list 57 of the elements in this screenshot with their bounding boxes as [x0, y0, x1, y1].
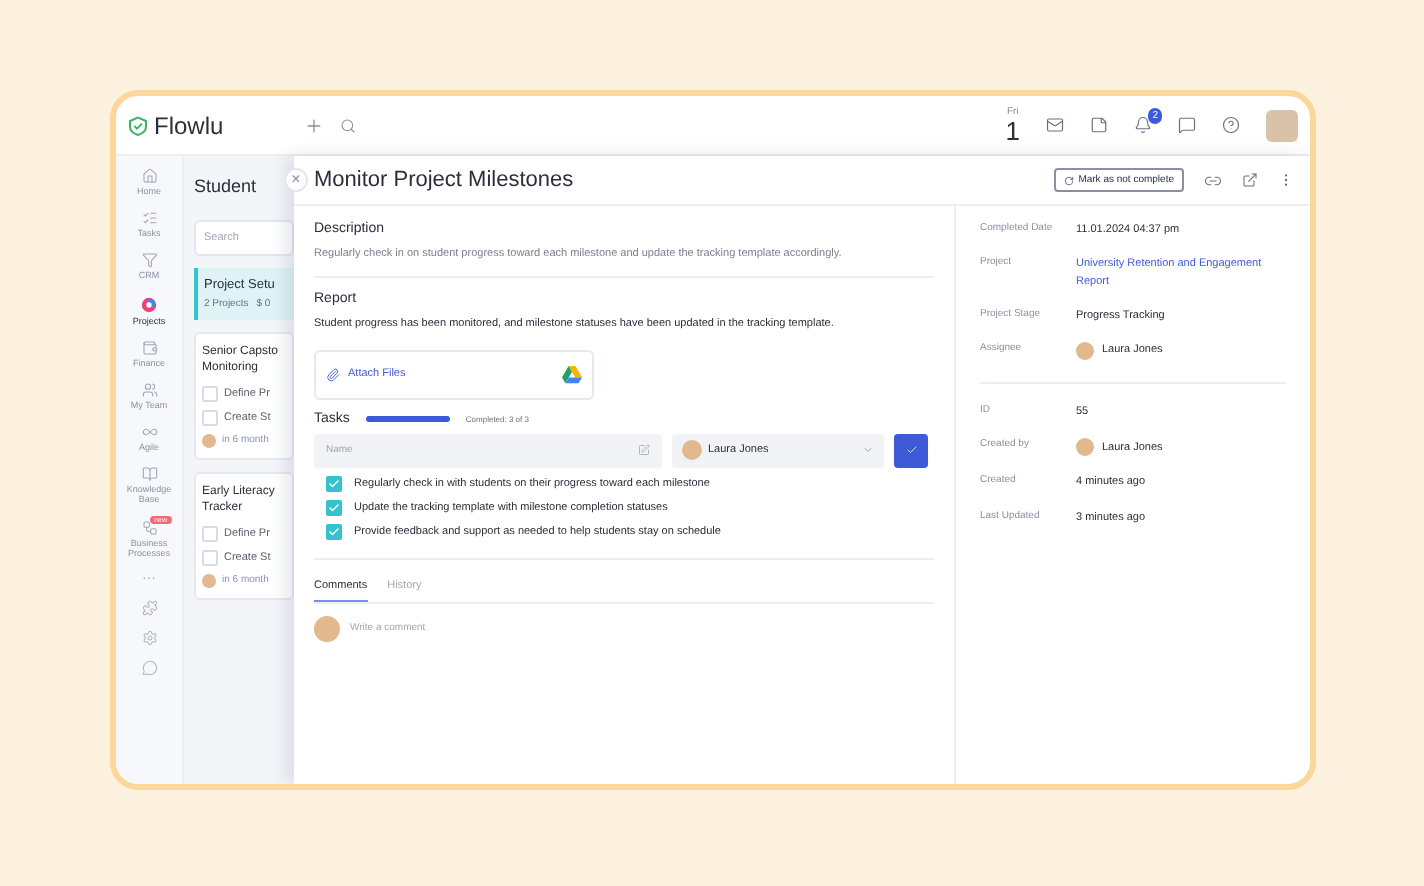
- close-button[interactable]: ×: [284, 168, 308, 192]
- confirm-button[interactable]: [894, 433, 928, 467]
- puzzle-icon: [141, 599, 157, 616]
- checkbox[interactable]: [202, 409, 218, 426]
- team-icon: [141, 381, 157, 398]
- checkbox[interactable]: [202, 549, 218, 566]
- tasks-icon: [141, 210, 157, 227]
- check-icon: [905, 444, 917, 456]
- chat-icon: [1178, 116, 1196, 134]
- notes-button[interactable]: [1090, 116, 1108, 134]
- checkbox[interactable]: [326, 523, 342, 539]
- add-button[interactable]: [304, 115, 324, 135]
- avatar: [314, 615, 340, 641]
- user-avatar[interactable]: [1266, 109, 1298, 141]
- paperclip-icon: [326, 367, 340, 381]
- chevron-icon: [862, 444, 874, 456]
- chat-bubble-icon: [141, 659, 157, 676]
- help-button[interactable]: [1222, 116, 1240, 134]
- avatar: [202, 433, 216, 448]
- drive-icon: [562, 365, 582, 383]
- wallet-icon: [141, 339, 157, 356]
- checkbox[interactable]: [202, 385, 218, 402]
- funnel-icon: [141, 252, 157, 269]
- avatar: [682, 440, 702, 460]
- refresh-icon: [1064, 175, 1075, 185]
- logo-text: Flowlu: [154, 111, 224, 139]
- chat-button[interactable]: [1178, 116, 1196, 134]
- gear-icon: [141, 629, 157, 646]
- mail-button[interactable]: [1046, 116, 1064, 134]
- plus-icon: [304, 115, 324, 135]
- note-icon: [1090, 116, 1108, 134]
- search-icon: [340, 117, 356, 133]
- mail-icon: [1046, 116, 1064, 134]
- avatar: [202, 573, 216, 588]
- infinity-icon: [141, 424, 157, 441]
- projects-icon: [140, 295, 158, 314]
- external-link-icon: [1242, 172, 1258, 188]
- workflow-icon: [141, 519, 157, 536]
- book-icon: [141, 466, 157, 483]
- bell-icon: [1134, 116, 1152, 134]
- checkbox[interactable]: [202, 525, 218, 542]
- list-title: Student: [194, 176, 259, 196]
- link-button[interactable]: [1204, 171, 1222, 189]
- progress-bar: [365, 415, 450, 421]
- help-icon: [1222, 116, 1240, 134]
- logo-icon: [128, 115, 148, 135]
- checkbox[interactable]: [326, 475, 342, 491]
- avatar: [1076, 342, 1094, 360]
- avatar: [1076, 438, 1094, 457]
- home-icon: [141, 168, 157, 184]
- task-title: Monitor Project Milestones: [314, 168, 574, 192]
- checkbox[interactable]: [326, 499, 342, 515]
- link-icon: [1204, 171, 1222, 189]
- date: 1: [1005, 117, 1020, 143]
- search-button[interactable]: [340, 117, 356, 133]
- open-button[interactable]: [1242, 172, 1258, 188]
- edit-icon: [638, 444, 650, 456]
